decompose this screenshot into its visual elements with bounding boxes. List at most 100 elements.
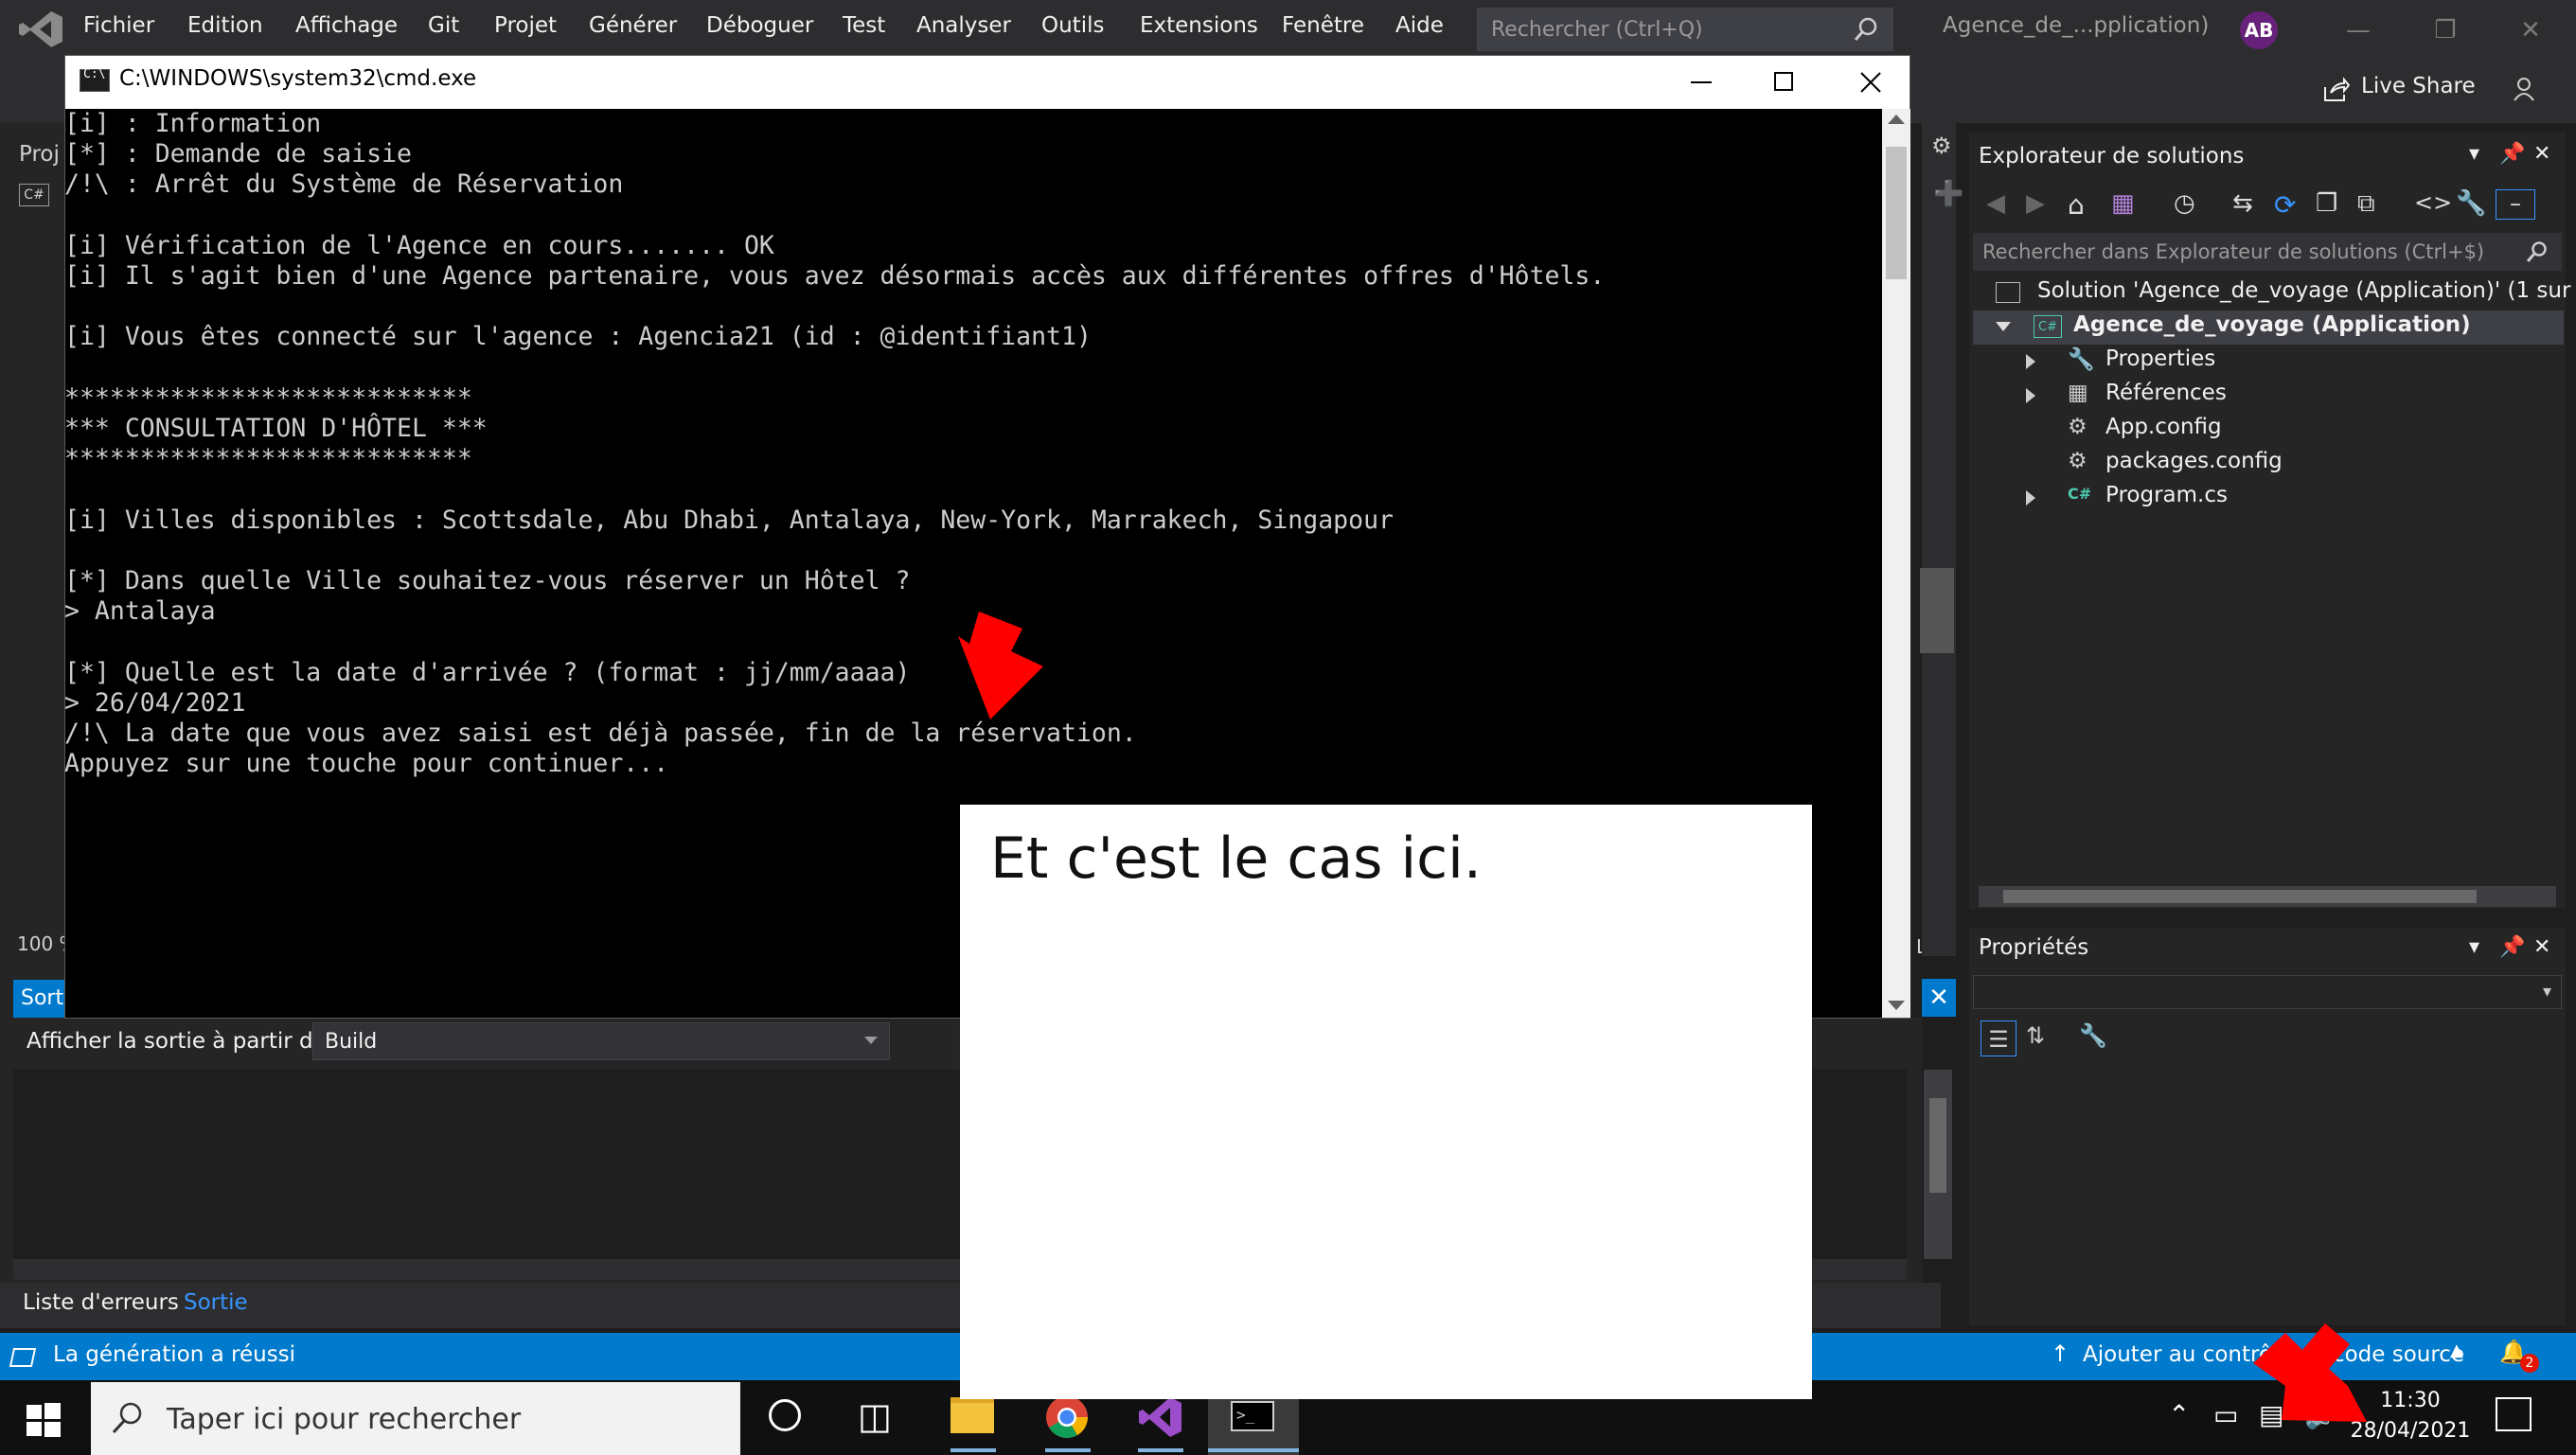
left-panel-tab[interactable]: Proj <box>19 142 60 167</box>
menu-item-deboguer[interactable]: Déboguer <box>706 13 813 38</box>
vs-active-indicator <box>1138 1448 1183 1452</box>
tree-project-label: Agence_de_voyage (Application) <box>2073 312 2471 337</box>
preview-icon[interactable]: – <box>2496 189 2535 220</box>
property-pages-icon[interactable]: 🔧 <box>2079 1022 2107 1049</box>
chrome-icon[interactable] <box>1045 1395 1089 1439</box>
properties-wrench-icon[interactable]: 🔧 <box>2456 189 2486 218</box>
tab-error-list[interactable]: Liste d'erreurs <box>23 1290 179 1315</box>
menu-item-test[interactable]: Test <box>843 13 885 38</box>
scroll-up-arrow-icon[interactable] <box>1888 115 1905 124</box>
forward-icon[interactable]: ▶ <box>2026 189 2054 218</box>
tree-item-program-cs[interactable]: C# Program.cs <box>2026 481 2556 515</box>
expanded-triangle-icon[interactable] <box>1996 322 2011 331</box>
show-hidden-icons-chevron-icon[interactable]: ⌃ <box>2168 1399 2190 1430</box>
tree-item-packages-config[interactable]: ⚙ packages.config <box>2026 447 2556 481</box>
solution-explorer-search[interactable]: Rechercher dans Explorateur de solutions… <box>1973 233 2562 271</box>
output-panel-tab[interactable]: Sort <box>13 980 66 1018</box>
vs-close-button[interactable]: ✕ <box>2507 9 2554 51</box>
tree-item-label: Références <box>2105 381 2227 405</box>
pin-icon[interactable]: 📌 <box>2499 935 2525 959</box>
view-code-icon[interactable]: <> <box>2414 189 2452 218</box>
close-icon[interactable]: ✕ <box>2533 142 2550 166</box>
user-avatar[interactable]: AB <box>2240 11 2278 49</box>
tree-project-row[interactable]: C# Agence_de_voyage (Application) <box>1973 311 2564 345</box>
tree-item-references[interactable]: ▦ Références <box>2026 379 2556 413</box>
properties-object-select[interactable]: ▾ <box>1973 975 2562 1009</box>
menu-item-outils[interactable]: Outils <box>1041 13 1104 38</box>
cmd-window-title: C:\WINDOWS\system32\cmd.exe <box>119 66 477 91</box>
battery-icon[interactable]: ▭ <box>2213 1399 2238 1430</box>
cmd-close-button[interactable] <box>1842 59 1899 106</box>
tree-item-properties[interactable]: 🔧 Properties <box>2026 345 2556 379</box>
pending-changes-icon[interactable]: ◷ <box>2174 189 2202 218</box>
collapsed-triangle-icon[interactable] <box>2026 354 2035 369</box>
editor-scrollbar[interactable] <box>1922 123 1956 956</box>
output-source-value: Build <box>325 1030 378 1054</box>
back-icon[interactable]: ◀ <box>1986 189 2015 218</box>
tree-item-label: App.config <box>2105 415 2222 439</box>
refresh-icon[interactable]: ⟳ <box>2274 189 2302 221</box>
show-all-files-icon[interactable]: ⧉ <box>2357 189 2386 218</box>
menu-item-extensions[interactable]: Extensions <box>1140 13 1258 38</box>
switch-views-icon[interactable]: ▦ <box>2111 189 2140 218</box>
visual-studio-logo-icon[interactable] <box>17 9 64 49</box>
cmd-vertical-scrollbar[interactable] <box>1882 109 1910 1018</box>
search-icon <box>2526 241 2547 262</box>
output-close-icon[interactable]: ✕ <box>1922 979 1956 1017</box>
red-arrow-annotation-icon <box>2253 1323 2367 1422</box>
search-icon <box>112 1402 142 1434</box>
menu-item-git[interactable]: Git <box>428 13 459 38</box>
collapse-all-icon[interactable]: ❐ <box>2316 189 2344 218</box>
menu-item-edition[interactable]: Edition <box>187 13 263 38</box>
menu-item-generer[interactable]: Générer <box>589 13 677 38</box>
arrow-up-icon: ↑ <box>2051 1340 2070 1367</box>
split-editor-icon[interactable]: ➕ <box>1933 180 1963 208</box>
tree-solution-row[interactable]: Solution 'Agence_de_voyage (Application)… <box>1996 276 2576 311</box>
live-share-icon <box>2324 77 2350 101</box>
alphabetical-sort-icon[interactable]: ⇅ <box>2026 1022 2045 1049</box>
panel-dropdown-icon[interactable]: ▾ <box>2469 935 2479 959</box>
scroll-down-arrow-icon[interactable] <box>1888 1001 1905 1010</box>
tree-item-app-config[interactable]: ⚙ App.config <box>2026 413 2556 447</box>
windows-start-icon[interactable] <box>27 1403 61 1437</box>
menu-item-analyser[interactable]: Analyser <box>916 13 1011 38</box>
output-source-select[interactable]: Build <box>312 1022 890 1060</box>
sync-icon[interactable]: ⇆ <box>2232 189 2261 218</box>
task-view-icon[interactable]: ◫ <box>858 1395 892 1437</box>
settings-gear-icon[interactable]: ⚙ <box>1931 133 1952 159</box>
live-share-button[interactable]: Live Share <box>2361 74 2476 98</box>
pin-icon[interactable]: 📌 <box>2499 142 2525 166</box>
panel-dropdown-icon[interactable]: ▾ <box>2469 142 2479 166</box>
solution-horizontal-scrollbar[interactable] <box>1979 886 2556 907</box>
feedback-icon[interactable] <box>2509 74 2539 104</box>
close-icon[interactable]: ✕ <box>2533 935 2550 959</box>
tab-output[interactable]: Sortie <box>184 1290 248 1315</box>
vs-minimize-button[interactable]: — <box>2335 9 2382 51</box>
cmd-scroll-thumb[interactable] <box>1886 147 1907 279</box>
menu-item-fenetre[interactable]: Fenêtre <box>1282 13 1364 38</box>
cmd-window-icon[interactable]: C:\ <box>80 67 110 92</box>
solution-scroll-thumb[interactable] <box>2003 890 2477 903</box>
config-file-icon: ⚙ <box>2068 415 2087 439</box>
menu-item-projet[interactable]: Projet <box>494 13 557 38</box>
output-vertical-scrollbar[interactable] <box>1924 1070 1952 1259</box>
collapsed-triangle-icon[interactable] <box>2026 490 2035 506</box>
file-explorer-icon[interactable] <box>950 1397 994 1433</box>
output-scroll-thumb[interactable] <box>1929 1098 1946 1193</box>
cmd-maximize-button[interactable] <box>1755 59 1812 106</box>
menu-item-fichier[interactable]: Fichier <box>83 13 154 38</box>
taskbar-search-box[interactable]: Taper ici pour rechercher <box>91 1382 740 1455</box>
action-center-icon[interactable] <box>2496 1397 2532 1431</box>
red-arrow-annotation-icon <box>958 612 1043 719</box>
vs-search-box[interactable]: Rechercher (Ctrl+Q) <box>1477 8 1893 51</box>
collapsed-triangle-icon[interactable] <box>2026 388 2035 403</box>
cortana-icon[interactable] <box>769 1399 801 1431</box>
vs-restore-button[interactable]: ❐ <box>2422 9 2469 51</box>
menu-item-aide[interactable]: Aide <box>1395 13 1444 38</box>
editor-scroll-thumb[interactable] <box>1920 568 1954 653</box>
menu-item-affichage[interactable]: Affichage <box>295 13 398 38</box>
visual-studio-taskbar-icon[interactable] <box>1138 1395 1183 1439</box>
home-icon[interactable]: ⌂ <box>2068 189 2096 221</box>
cmd-minimize-button[interactable] <box>1672 59 1729 106</box>
categorized-icon[interactable]: ☰ <box>1981 1020 2016 1056</box>
